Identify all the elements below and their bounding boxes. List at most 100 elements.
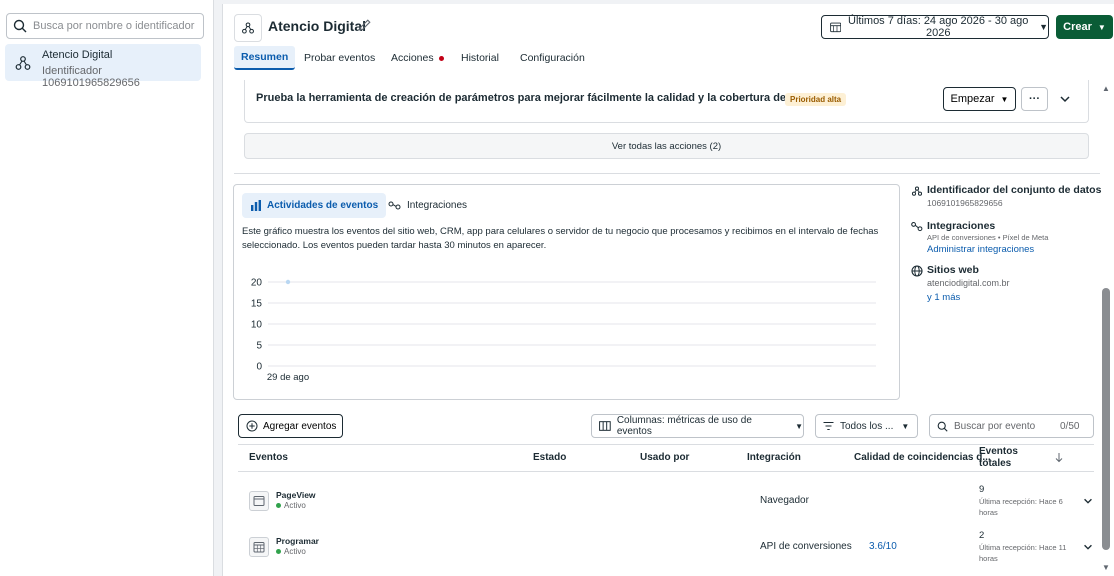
data-point[interactable] [285,279,291,285]
dataset-id-value: 1069101965829656 [927,198,1003,208]
priority-badge: Prioridad alta [785,93,847,106]
dataset-list-item[interactable]: Atencio Digital Identificador 1069101965… [5,44,201,89]
column-header-match-quality[interactable]: Calidad de coincidencias d... [854,452,991,463]
status-label: Activo [284,501,306,510]
status-dot-icon [276,549,281,554]
search-icon [13,19,27,33]
event-last-received: Última recepción: Hace 6 horas [979,497,1063,517]
event-search-box[interactable]: 0/50 [929,414,1094,438]
event-integration: API de conversiones [760,541,852,552]
integrations-title: Integraciones [927,220,996,232]
integrations-list: API de conversiones • Píxel de Meta [927,233,1049,242]
plus-circle-icon [246,420,258,432]
caret-down-icon: ▼ [1000,94,1009,104]
y-tick-label: 15 [251,299,263,310]
pencil-edit-icon[interactable] [358,18,372,32]
calendar-icon [830,22,842,33]
dataset-header-icon [234,14,262,42]
event-activity-chart: 0 5 10 15 20 29 de ago [251,278,876,383]
column-header-status[interactable]: Estado [533,452,566,463]
tab-label: Integraciones [407,200,468,211]
y-tick-label: 5 [256,341,262,352]
search-count: 0/50 [1060,420,1080,432]
view-all-label: Ver todas las acciones (2) [611,140,722,152]
bar-chart-icon [251,200,261,211]
calendar-icon [249,537,269,557]
y-tick-label: 20 [251,278,263,289]
tab-label: Configuración [520,52,585,64]
caret-down-icon: ▼ [1097,22,1106,32]
column-header-total-events[interactable]: Eventos totales [979,446,1029,470]
caret-down-icon: ▼ [795,421,803,431]
status-label: Activo [284,547,306,556]
ellipsis-icon: ··· [1029,93,1040,105]
action-title: Prueba la herramienta de creación de par… [256,92,818,104]
event-integration: Navegador [760,495,809,506]
create-button[interactable]: Crear ▼ [1056,15,1113,39]
y-tick-label: 0 [256,362,262,373]
event-search-input[interactable] [954,420,1054,432]
scroll-down-arrow-icon[interactable]: ▼ [1101,563,1111,573]
manage-integrations-link[interactable]: Administrar integraciones [927,244,1034,255]
dataset-id-title: Identificador del conjunto de datos [927,184,1102,196]
scroll-up-arrow-icon[interactable]: ▲ [1101,84,1111,94]
website-url: atenciodigital.com.br [927,278,1010,288]
y-tick-label: 10 [251,320,263,331]
tab-acciones[interactable]: Acciones [384,46,451,70]
chevron-down-icon[interactable] [1058,92,1072,106]
dataset-search-box[interactable] [6,13,204,39]
columns-selector[interactable]: Columnas: métricas de uso de eventos ▼ [591,414,804,438]
create-button-label: Crear [1063,21,1092,33]
status-dot-icon [276,503,281,508]
column-header-used-by[interactable]: Usado por [640,452,689,463]
table-top-border [238,444,1094,445]
column-header-integration[interactable]: Integración [747,452,801,463]
caret-down-icon: ▼ [901,421,910,431]
filter-icon [823,422,834,430]
table-header-border [238,471,1094,472]
arrow-down-icon[interactable] [1054,452,1064,463]
date-range-label: Últimos 7 días: 24 ago 2026 - 30 ago 202… [848,15,1029,39]
tab-label: Probar eventos [304,52,376,64]
tab-configuracion[interactable]: Configuración [513,46,592,70]
dataset-identifier: Identificador 1069101965829656 [42,65,140,89]
x-tick-label: 29 de ago [267,372,309,383]
chevron-down-icon[interactable] [1082,541,1094,553]
event-name: Programar [276,536,319,546]
table-row[interactable] [238,478,1094,522]
tab-integrations[interactable]: Integraciones [386,193,469,218]
integration-icon [911,222,923,232]
chevron-down-icon[interactable] [1082,495,1094,507]
match-quality-score[interactable]: 3.6/10 [869,541,897,552]
tab-probar-eventos[interactable]: Probar eventos [297,46,382,70]
scrollbar-thumb[interactable] [1102,288,1110,550]
event-total: 2 [979,530,985,541]
tab-resumen[interactable]: Resumen [234,46,296,70]
more-websites-link[interactable]: y 1 más [927,292,960,303]
chart-description: Este gráfico muestra los eventos del sit… [242,226,879,251]
page-title: Atencio Digital [268,18,367,34]
start-button-label: Empezar [950,93,995,105]
columns-label: Columnas: métricas de uso de eventos [616,415,752,437]
tab-event-activities[interactable]: Actividades de eventos [242,193,387,218]
event-name: PageView [276,490,316,500]
dataset-search-input[interactable] [33,20,203,32]
event-status: Activo [276,501,306,510]
columns-icon [599,421,611,431]
dataset-icon [242,22,254,34]
event-filter-dropdown[interactable]: Todos los ... ▼ [815,414,918,438]
view-all-actions-button[interactable]: Ver todas las acciones (2) [244,133,1089,159]
start-button[interactable]: Empezar ▼ [943,87,1016,111]
more-options-button[interactable]: ··· [1021,87,1048,111]
event-total: 9 [979,484,985,495]
column-header-events[interactable]: Eventos [249,452,288,463]
globe-icon [911,265,923,277]
table-row[interactable] [238,524,1094,568]
event-status: Activo [276,547,306,556]
browser-window-icon [249,491,269,511]
add-events-button[interactable]: Agregar eventos [238,414,343,438]
tab-historial[interactable]: Historial [454,46,506,70]
date-range-picker[interactable]: Últimos 7 días: 24 ago 2026 - 30 ago 202… [821,15,1049,39]
dataset-name: Atencio Digital [42,49,113,61]
caret-down-icon: ▼ [1039,22,1048,32]
